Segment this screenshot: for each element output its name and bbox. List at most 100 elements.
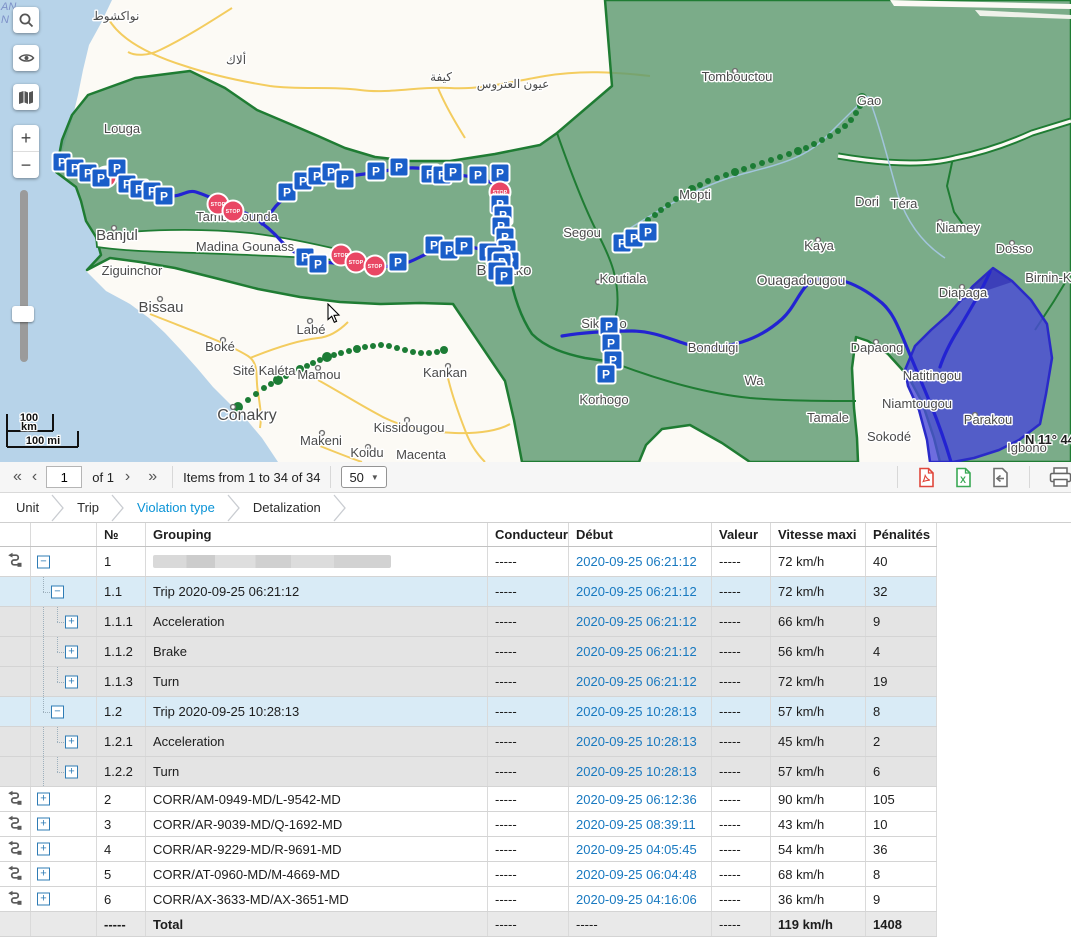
zoom-slider-track[interactable] [20, 190, 28, 362]
map-city-label: Ouagadougou [757, 272, 846, 288]
expand-toggle[interactable]: + [37, 868, 50, 881]
track-dot [723, 172, 729, 178]
tree-line [43, 607, 44, 636]
date-link[interactable]: 2020-09-25 10:28:13 [576, 764, 697, 779]
parking-marker[interactable]: P [639, 223, 658, 242]
export-pdf-button[interactable] [917, 467, 936, 488]
next-page-button[interactable]: › [120, 469, 135, 485]
map-visibility-button[interactable] [13, 45, 39, 71]
breadcrumb-unit[interactable]: Unit [10, 500, 45, 515]
cell-track [0, 727, 31, 757]
date-link[interactable]: 2020-09-25 06:21:12 [576, 554, 697, 569]
breadcrumb-violation-type[interactable]: Violation type [131, 500, 221, 515]
date-link[interactable]: 2020-09-25 06:04:48 [576, 867, 697, 882]
stop-marker[interactable]: STOP [223, 201, 244, 222]
parking-marker[interactable]: P [491, 164, 510, 183]
breadcrumb-detalization[interactable]: Detalization [247, 500, 327, 515]
divider [330, 466, 331, 488]
print-button[interactable] [1049, 467, 1071, 487]
map-canvas: ANNنواكشوطألاككيفةعيون العتروسTombouctou… [0, 0, 1071, 462]
date-link[interactable]: 2020-09-25 06:21:12 [576, 674, 697, 689]
track-icon [7, 790, 23, 806]
eye-icon [18, 50, 35, 66]
breadcrumb-trip[interactable]: Trip [71, 500, 105, 515]
zoom-out-button[interactable]: − [13, 152, 39, 178]
cell-valeur: ----- [712, 787, 771, 812]
date-link[interactable]: 2020-09-25 10:28:13 [576, 704, 697, 719]
cell-track[interactable] [0, 887, 31, 912]
zoom-slider-handle[interactable] [12, 306, 34, 322]
expand-toggle[interactable]: + [37, 793, 50, 806]
cell-expand: + [31, 757, 97, 787]
export-file-button[interactable] [991, 467, 1010, 488]
date-link[interactable]: 2020-09-25 08:39:11 [576, 817, 696, 832]
parking-marker[interactable]: P [444, 163, 463, 182]
date-link[interactable]: 2020-09-25 04:16:06 [576, 892, 697, 907]
export-excel-button[interactable]: X [954, 467, 973, 488]
parking-marker[interactable]: P [367, 162, 386, 181]
cell-vitesse: 36 km/h [771, 887, 866, 912]
date-link[interactable]: 2020-09-25 06:21:12 [576, 614, 697, 629]
expand-toggle[interactable]: + [65, 615, 78, 628]
expand-toggle[interactable]: + [65, 645, 78, 658]
zoom-in-button[interactable]: + [13, 125, 39, 152]
date-link[interactable]: 2020-09-25 06:21:12 [576, 584, 697, 599]
parking-marker[interactable]: P [389, 253, 408, 272]
parking-marker[interactable]: P [495, 267, 514, 286]
collapse-toggle[interactable]: − [37, 555, 50, 568]
parking-marker[interactable]: P [309, 255, 328, 274]
map-city-label: Sité Kaléta [233, 363, 297, 378]
stop-marker[interactable]: STOP [365, 256, 386, 277]
table-row: +1.2.2Turn-----2020-09-25 10:28:13-----5… [0, 757, 937, 787]
cell-penalites: 19 [866, 667, 937, 697]
cell-penalites: 40 [866, 547, 937, 577]
first-page-button[interactable]: « [8, 469, 27, 485]
expand-toggle[interactable]: + [37, 843, 50, 856]
parking-marker[interactable]: P [155, 187, 174, 206]
cell-valeur: ----- [712, 547, 771, 577]
cell-track[interactable] [0, 837, 31, 862]
parking-marker[interactable]: P [390, 158, 409, 177]
cell-track[interactable] [0, 812, 31, 837]
stop-marker[interactable]: STOP [346, 252, 367, 273]
parking-marker[interactable]: P [336, 170, 355, 189]
expand-toggle[interactable]: + [37, 818, 50, 831]
cell-conducteur: ----- [488, 887, 569, 912]
parking-marker[interactable]: P [469, 166, 488, 185]
map-layers-button[interactable] [13, 84, 39, 110]
expand-toggle[interactable]: + [65, 735, 78, 748]
map-city-label: Conakry [217, 407, 277, 424]
collapse-toggle[interactable]: − [51, 585, 64, 598]
cell-conducteur: ----- [488, 607, 569, 637]
expand-toggle[interactable]: + [37, 893, 50, 906]
expand-toggle[interactable]: + [65, 675, 78, 688]
cell-track[interactable] [0, 547, 31, 577]
date-link[interactable]: 2020-09-25 06:21:12 [576, 644, 697, 659]
parking-letter: P [474, 169, 482, 183]
page-size-select[interactable]: 50 ▼ [341, 466, 386, 488]
parking-letter: P [602, 368, 610, 382]
collapse-toggle[interactable]: − [51, 705, 64, 718]
table-row: +1.1.1Acceleration-----2020-09-25 06:21:… [0, 607, 937, 637]
track-dot [322, 352, 332, 362]
page-number-input[interactable] [46, 466, 82, 488]
parking-marker[interactable]: P [455, 237, 474, 256]
cell-vitesse: 119 km/h [771, 912, 866, 937]
date-link[interactable]: 2020-09-25 04:05:45 [576, 842, 697, 857]
expand-toggle[interactable]: + [65, 765, 78, 778]
track-dot [811, 141, 817, 147]
parking-marker[interactable]: P [597, 365, 616, 384]
date-link[interactable]: 2020-09-25 10:28:13 [576, 734, 697, 749]
map-city-label: Téra [891, 196, 919, 211]
map-search-button[interactable] [13, 7, 39, 33]
map-city-label: Birnin-Ke [1025, 270, 1071, 285]
cell-track[interactable] [0, 787, 31, 812]
date-link[interactable]: 2020-09-25 06:12:36 [576, 792, 697, 807]
map[interactable]: ANNنواكشوطألاككيفةعيون العتروسTombouctou… [0, 0, 1071, 462]
prev-page-button[interactable]: ‹ [27, 469, 42, 485]
cell-track[interactable] [0, 862, 31, 887]
last-page-button[interactable]: » [143, 469, 162, 485]
parking-letter: P [449, 166, 457, 180]
table-row: -----Total---------------119 km/h1408 [0, 912, 937, 937]
cell-track [0, 577, 31, 607]
